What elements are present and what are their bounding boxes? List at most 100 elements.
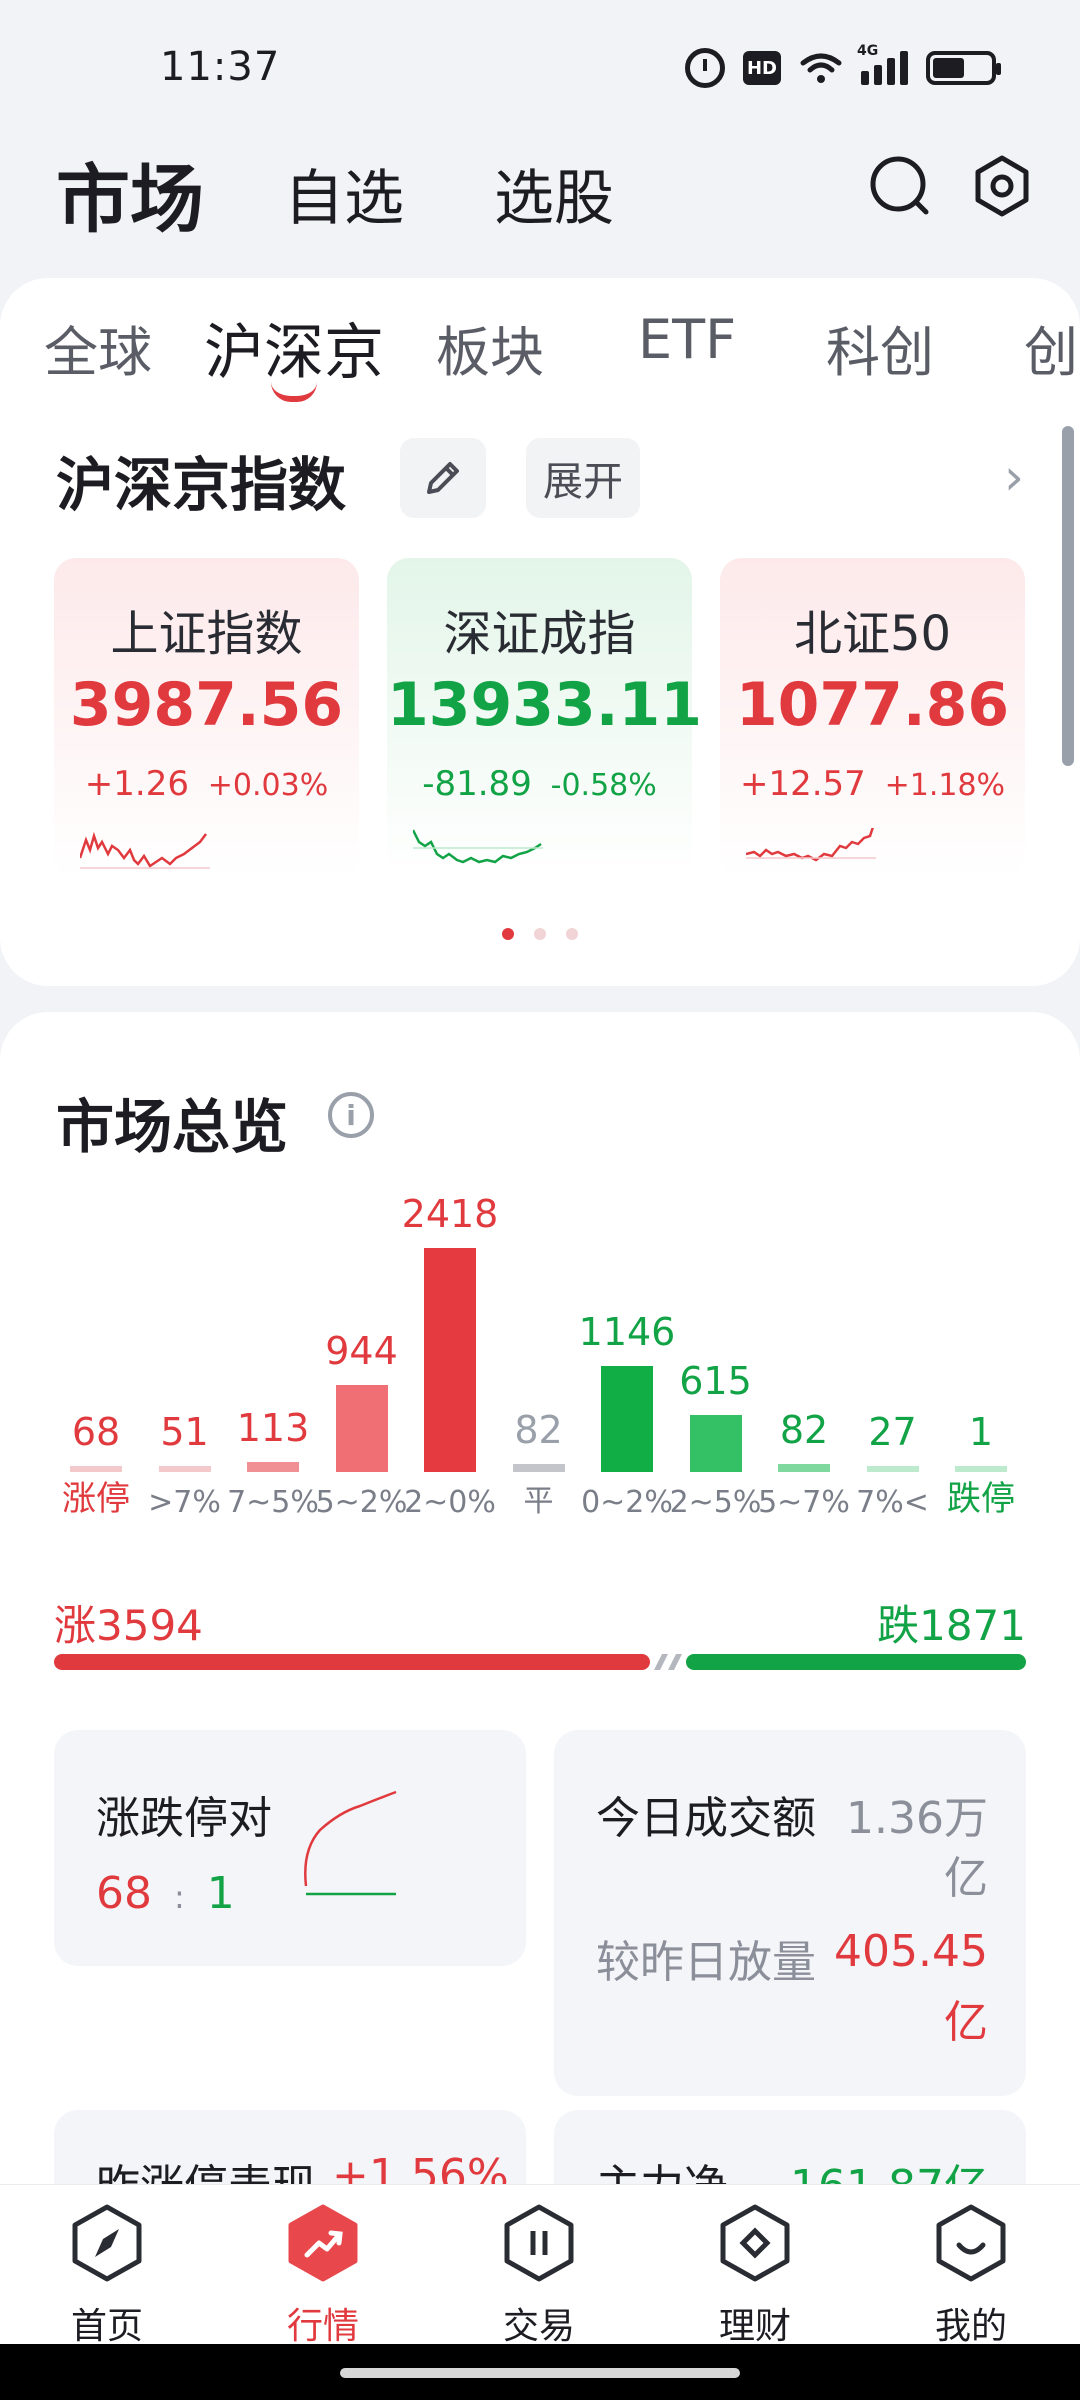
limit-pair-sparkline: [304, 1790, 397, 1896]
turnover-value: 1.36万: [846, 1793, 988, 1844]
distribution-column[interactable]: 1 跌停: [935, 1172, 1027, 1572]
nav-trade[interactable]: 交易: [464, 2203, 614, 2349]
profile-icon: [936, 2204, 1006, 2282]
index-change: -81.89 -0.58%: [387, 764, 692, 804]
signal-icon: 4G: [857, 43, 908, 85]
search-icon[interactable]: [868, 154, 932, 218]
up-count: 涨3594: [54, 1601, 203, 1650]
index-name: 上证指数: [110, 606, 303, 662]
tab-watchlist[interactable]: 自选: [284, 150, 404, 237]
overview-title: 市场总览: [56, 1093, 289, 1161]
index-change-pct: +0.03%: [207, 768, 329, 803]
subtab-star-market[interactable]: 科创: [826, 308, 934, 387]
chevron-right-icon[interactable]: ›: [1004, 448, 1024, 506]
index-card-shanghai[interactable]: 上证指数 3987.56 +1.26 +0.03%: [54, 558, 359, 878]
info-icon[interactable]: i: [328, 1092, 374, 1138]
compass-icon: [72, 2204, 142, 2282]
expand-button[interactable]: 展开: [526, 438, 640, 518]
distribution-bar: [601, 1366, 653, 1472]
sub-tab-bar: 全球 沪深京 板块 ETF 科创 创: [0, 308, 1080, 398]
index-change-abs: +12.57: [739, 764, 866, 804]
nav-market[interactable]: 行情: [248, 2203, 398, 2349]
tab-stock-picker[interactable]: 选股: [494, 150, 614, 237]
nav-label: 首页: [70, 2306, 143, 2347]
index-card-bse50[interactable]: 北证50 1077.86 +12.57 +1.18%: [720, 558, 1025, 878]
tab-market[interactable]: 市场: [56, 140, 204, 247]
up-down-summary: 涨3594 跌1871: [54, 1592, 1026, 1652]
index-value: 13933.11: [387, 670, 703, 740]
down-ratio-segment: [686, 1654, 1026, 1670]
index-change: +1.26 +0.03%: [54, 764, 359, 804]
subtab-global[interactable]: 全球: [44, 308, 152, 387]
index-card: 全球 沪深京 板块 ETF 科创 创 沪深京指数 展开 › 上证指数 3987.…: [0, 278, 1080, 986]
hd-icon: HD: [743, 51, 781, 85]
index-section-header: 沪深京指数 展开 ›: [56, 438, 1036, 519]
battery-icon: [926, 51, 1001, 85]
nav-home[interactable]: 首页: [32, 2203, 182, 2349]
index-value: 3987.56: [69, 670, 344, 740]
active-tab-indicator: [271, 382, 317, 402]
up-down-ratio-bar: [54, 1654, 1026, 1670]
top-header: 市场 自选 选股: [0, 140, 1080, 260]
scrollbar[interactable]: [1062, 426, 1074, 766]
market-trend-icon: [288, 2204, 358, 2282]
nav-wealth[interactable]: 理财: [680, 2203, 830, 2349]
alarm-icon: [685, 48, 725, 88]
flat-ratio-segment: [654, 1654, 682, 1670]
limit-down-count: 1: [206, 1868, 235, 1919]
compare-unit: 亿: [944, 1997, 988, 2048]
pencil-icon: [427, 462, 459, 494]
distribution-bar: [247, 1462, 299, 1472]
status-icons: HD 4G: [685, 43, 1001, 88]
limit-pair-tile[interactable]: 涨跌停对 68 : 1: [54, 1730, 526, 1966]
index-card-shenzhen[interactable]: 深证成指 13933.11 -81.89 -0.58%: [387, 558, 703, 878]
index-value: 1077.86: [735, 670, 1010, 740]
index-sparkline: [413, 829, 543, 864]
index-sparkline: [80, 831, 210, 869]
wealth-icon: [720, 2204, 790, 2282]
subtab-etf[interactable]: ETF: [638, 308, 736, 371]
down-count: 跌1871: [877, 1601, 1026, 1650]
distribution-bar: [424, 1248, 476, 1472]
nav-label: 理财: [718, 2306, 791, 2347]
subtab-sectors[interactable]: 板块: [436, 308, 544, 387]
network-type-label: 4G: [857, 43, 879, 59]
carousel-dots: [0, 928, 1080, 940]
index-change-abs: -81.89: [422, 764, 532, 804]
turnover-tile[interactable]: 今日成交额 1.36万 亿 较昨日放量 405.45 亿: [554, 1730, 1026, 2096]
carousel-dot[interactable]: [566, 928, 578, 940]
index-name: 深证成指: [443, 606, 636, 662]
compare-label: 较昨日放量: [596, 1937, 816, 1988]
home-indicator[interactable]: [340, 2368, 740, 2378]
index-change: +12.57 +1.18%: [720, 764, 1025, 804]
subtab-chinext[interactable]: 创: [1024, 308, 1078, 387]
limit-pair-sep: :: [174, 1878, 185, 1916]
index-section-title: 沪深京指数: [56, 451, 347, 519]
distribution-bar: [158, 1466, 211, 1472]
turnover-label: 今日成交额: [596, 1793, 816, 1844]
distribution-bar: [689, 1415, 742, 1472]
carousel-dot[interactable]: [502, 928, 514, 940]
nav-label: 交易: [502, 2306, 575, 2347]
distribution-value: 1: [968, 1410, 994, 1454]
distribution-chart: 68 涨停 51 >7% 113 7~5% 944 5~2% 2418 2~0% 82 平 1146 0~…: [50, 1172, 1040, 1572]
status-time: 11:37: [160, 44, 281, 90]
subtab-hushenjing[interactable]: 沪深京: [204, 304, 384, 391]
edit-button[interactable]: [400, 438, 486, 518]
distribution-bar: [512, 1464, 565, 1472]
distribution-label: 跌停: [947, 1479, 1015, 1519]
distribution-bar: [335, 1385, 388, 1472]
bottom-nav: 首页 行情 交易 理财 我的: [0, 2184, 1080, 2347]
wifi-icon: [800, 53, 842, 83]
carousel-dot[interactable]: [534, 928, 546, 940]
nav-profile[interactable]: 我的: [896, 2203, 1046, 2349]
nav-label: 行情: [286, 2306, 359, 2347]
settings-icon[interactable]: [970, 154, 1034, 218]
status-bar: 11:37 HD 4G: [0, 0, 1080, 130]
index-change-pct: +1.18%: [884, 768, 1006, 803]
up-ratio-segment: [54, 1654, 650, 1670]
index-name: 北证50: [793, 606, 952, 662]
distribution-bar: [866, 1466, 919, 1472]
index-cards: 上证指数 3987.56 +1.26 +0.03% 深证成指 13933.11 …: [54, 558, 1054, 878]
index-change-abs: +1.26: [84, 764, 189, 804]
